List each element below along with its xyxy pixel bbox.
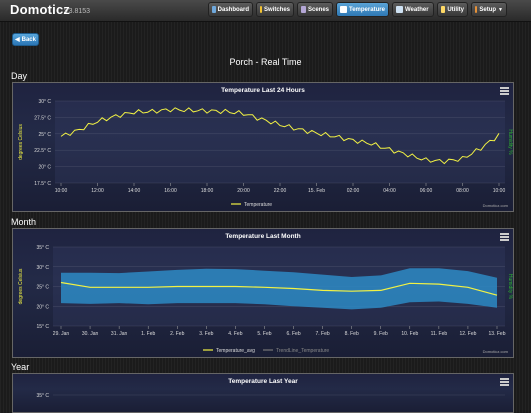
nav-weather-label: Weather (405, 6, 429, 13)
nav-setup-button[interactable]: Setup ▼ (471, 2, 507, 17)
legend-trend-label: TrendLine_Temperature (276, 348, 329, 354)
x-tick-label: 18:00 (201, 188, 214, 194)
chart-month-credit[interactable]: Domoticz.com (483, 349, 508, 354)
y-tick-label: 25° C (36, 285, 49, 291)
x-tick-label: 14:00 (128, 188, 141, 194)
gear-icon (475, 6, 478, 13)
nav-temperature-button[interactable]: Temperature (336, 2, 389, 17)
x-tick-label: 04:00 (383, 188, 396, 194)
x-tick-label: 11. Feb (431, 331, 448, 337)
cloud-icon (396, 6, 403, 13)
legend-temperature-label: Temperature (244, 202, 272, 208)
chart-year-svg: 35° C (36, 393, 505, 399)
y-tick-label: 30° C (36, 265, 49, 271)
nav-temperature-label: Temperature (349, 6, 385, 13)
x-tick-label: 06:00 (420, 188, 433, 194)
top-navbar: Domoticz V3.8153 Dashboard Switches Scenes… (0, 0, 531, 22)
x-tick-label: 8. Feb (345, 331, 359, 337)
chart-month-panel: Temperature Last Month 35° C 30° C 25° C 20… (12, 228, 514, 358)
nav-utility-label: Utility (447, 6, 464, 13)
x-tick-label: 9. Feb (374, 331, 388, 337)
nav-dashboard-label: Dashboard (217, 6, 249, 13)
y-tick-label: 20° C (38, 165, 51, 171)
x-tick-label: 22:00 (274, 188, 287, 194)
nav-scenes-label: Scenes (307, 6, 329, 13)
y-tick-label: 20° C (36, 304, 49, 310)
x-tick-label: 13. Feb (489, 331, 506, 337)
x-tick-label: 7. Feb (316, 331, 330, 337)
app-brand[interactable]: Domoticz (10, 2, 70, 17)
y-tick-label: 15° C (36, 324, 49, 330)
thermometer-icon (340, 6, 347, 13)
x-tick-label: 31. Jan (111, 331, 128, 337)
nav-switches-button[interactable]: Switches (256, 2, 294, 17)
x-tick-label: 4. Feb (228, 331, 242, 337)
chevron-down-icon: ▼ (498, 6, 503, 13)
chart-day-credit[interactable]: Domoticz.com (483, 203, 508, 208)
back-button-label: Back (21, 36, 36, 43)
bulb-icon (260, 6, 262, 13)
x-tick-label: 2. Feb (170, 331, 184, 337)
x-tick-label: 20:00 (237, 188, 250, 194)
x-tick-label: 6. Feb (286, 331, 300, 337)
x-tick-label: 29. Jan (53, 331, 70, 337)
y-tick-label: 30° C (38, 99, 51, 105)
x-tick-label: 10. Feb (401, 331, 418, 337)
x-tick-label: 12:00 (91, 188, 104, 194)
x-tick-label: 5. Feb (257, 331, 271, 337)
x-tick-label: 02:00 (347, 188, 360, 194)
y-tick-label: 35° C (36, 393, 49, 399)
nav-scenes-button[interactable]: Scenes (297, 2, 333, 17)
chart-day-panel: Temperature Last 24 Hours 30° C 27.5° C 25… (12, 82, 514, 212)
utility-icon (441, 6, 446, 13)
x-tick-label: 12. Feb (459, 331, 476, 337)
section-day-heading: Day (11, 71, 28, 81)
y-tick-label: 22.5° C (34, 148, 51, 154)
y-tick-label: 35° C (36, 245, 49, 251)
nav-setup-label: Setup (479, 6, 497, 13)
back-arrow-icon: ◀ (15, 37, 20, 43)
y-axis-label: degrees Celsius (18, 124, 24, 160)
chart-day-svg: 30° C 27.5° C 25° C 22.5° C 20° C 17.5° C 10:0… (18, 99, 513, 208)
legend-avg-label: Temperature_avg (216, 348, 255, 354)
x-tick-label: 16:00 (164, 188, 177, 194)
x-tick-label: 08:00 (456, 188, 469, 194)
x-tick-label: 3. Feb (199, 331, 213, 337)
nav-weather-button[interactable]: Weather (392, 2, 434, 17)
nav-switches-label: Switches (263, 6, 290, 13)
x-tick-label: 15. Feb (308, 188, 325, 194)
x-tick-label: 1. Feb (141, 331, 155, 337)
section-year-heading: Year (11, 362, 30, 372)
chart-year-panel: Temperature Last Year 35° C (12, 373, 514, 413)
y-axis-right-label: Humidity % (507, 129, 513, 155)
page-title: Porch - Real Time (229, 57, 302, 67)
x-tick-label: 30. Jan (82, 331, 99, 337)
section-month-heading: Month (11, 217, 37, 227)
y-axis-right-label: Humidity % (507, 274, 513, 300)
back-button[interactable]: ◀ Back (12, 33, 39, 46)
dashboard-icon (212, 6, 216, 13)
scenes-icon (301, 6, 306, 13)
y-tick-label: 17.5° C (34, 181, 51, 187)
nav-utility-button[interactable]: Utility (437, 2, 468, 17)
y-tick-label: 27.5° C (34, 115, 51, 121)
nav-dashboard-button[interactable]: Dashboard (208, 2, 253, 17)
chart-month-svg: 35° C 30° C 25° C 20° C 15° C 29. Jan 30. Jan 3… (18, 245, 513, 354)
x-tick-label: 10:00 (55, 188, 68, 194)
x-tick-label: 10:00 (493, 188, 506, 194)
y-tick-label: 25° C (38, 132, 51, 138)
app-version: V3.8153 (64, 8, 91, 15)
plot-area (55, 101, 505, 183)
y-axis-label: degrees Celsius (18, 268, 24, 304)
